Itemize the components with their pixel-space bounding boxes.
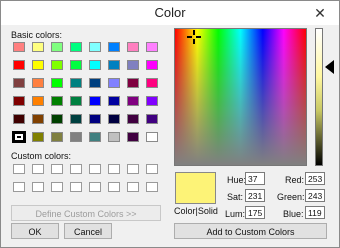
custom-color-swatch[interactable] (70, 182, 82, 192)
basic-color-swatch[interactable] (89, 78, 101, 88)
lum-input[interactable]: 175 (245, 206, 265, 219)
color-solid-label: Color|Solid (174, 206, 218, 216)
basic-color-swatch[interactable] (32, 78, 44, 88)
basic-color-swatch[interactable] (70, 132, 82, 142)
custom-color-swatch[interactable] (51, 164, 63, 174)
basic-color-swatch[interactable] (51, 96, 63, 106)
hue-label: Hue: (227, 175, 247, 185)
basic-color-swatch[interactable] (51, 78, 63, 88)
basic-colors-label: Basic colors: (11, 30, 63, 40)
basic-color-swatch[interactable] (127, 42, 139, 52)
ok-button[interactable]: OK (11, 223, 59, 239)
hue-input[interactable]: 37 (245, 172, 265, 185)
custom-color-swatch[interactable] (89, 164, 101, 174)
basic-color-swatch[interactable] (108, 114, 120, 124)
title-bar: Color ✕ (1, 1, 339, 25)
custom-color-swatch[interactable] (146, 164, 158, 174)
custom-color-swatch[interactable] (13, 182, 25, 192)
basic-color-swatch[interactable] (51, 60, 63, 70)
basic-color-swatch[interactable] (12, 131, 26, 143)
custom-color-swatch[interactable] (32, 182, 44, 192)
basic-color-swatch[interactable] (70, 114, 82, 124)
basic-color-swatch[interactable] (127, 60, 139, 70)
basic-color-swatch[interactable] (32, 42, 44, 52)
cancel-button[interactable]: Cancel (64, 223, 112, 239)
add-to-custom-colors-button[interactable]: Add to Custom Colors (174, 223, 327, 239)
custom-color-swatch[interactable] (70, 164, 82, 174)
green-label: Green: (277, 192, 305, 202)
basic-color-swatch[interactable] (89, 114, 101, 124)
basic-color-swatch[interactable] (89, 96, 101, 106)
blue-label: Blue: (283, 209, 304, 219)
basic-color-swatch[interactable] (146, 96, 158, 106)
basic-color-swatch[interactable] (51, 42, 63, 52)
lum-label: Lum: (225, 209, 246, 219)
basic-color-swatch[interactable] (108, 60, 120, 70)
crosshair-icon (187, 30, 201, 44)
basic-color-swatch[interactable] (146, 42, 158, 52)
custom-color-swatch[interactable] (108, 164, 120, 174)
custom-color-swatch[interactable] (127, 164, 139, 174)
luminosity-slider[interactable] (315, 28, 323, 166)
custom-color-swatch[interactable] (108, 182, 120, 192)
basic-color-swatch[interactable] (108, 42, 120, 52)
custom-color-swatch[interactable] (89, 182, 101, 192)
basic-color-swatch[interactable] (89, 60, 101, 70)
custom-color-swatch[interactable] (51, 182, 63, 192)
color-dialog: Color ✕ Basic colors: Custom colors: Def… (0, 0, 340, 248)
basic-color-swatch[interactable] (146, 132, 158, 142)
basic-color-swatch[interactable] (108, 132, 120, 142)
color-preview (175, 172, 216, 204)
basic-color-swatch[interactable] (32, 60, 44, 70)
green-input[interactable]: 243 (305, 189, 325, 202)
basic-color-swatch[interactable] (51, 114, 63, 124)
basic-color-swatch[interactable] (32, 96, 44, 106)
basic-color-swatch[interactable] (13, 114, 25, 124)
basic-color-swatch[interactable] (70, 96, 82, 106)
basic-color-swatch[interactable] (89, 132, 101, 142)
basic-color-swatch[interactable] (127, 96, 139, 106)
basic-color-swatch[interactable] (146, 114, 158, 124)
blue-input[interactable]: 119 (305, 206, 325, 219)
basic-color-swatch[interactable] (146, 78, 158, 88)
basic-color-swatch[interactable] (127, 78, 139, 88)
basic-color-swatch[interactable] (127, 114, 139, 124)
basic-color-swatch[interactable] (32, 114, 44, 124)
color-spectrum[interactable] (174, 28, 307, 166)
define-custom-colors-button[interactable]: Define Custom Colors >> (11, 205, 161, 221)
basic-color-swatch[interactable] (13, 78, 25, 88)
basic-color-swatch[interactable] (146, 60, 158, 70)
custom-colors-label: Custom colors: (11, 151, 72, 161)
basic-color-swatch[interactable] (70, 60, 82, 70)
custom-color-swatch[interactable] (13, 164, 25, 174)
basic-color-swatch[interactable] (127, 132, 139, 142)
basic-color-swatch[interactable] (108, 78, 120, 88)
basic-color-swatch[interactable] (13, 42, 25, 52)
basic-color-swatch[interactable] (70, 78, 82, 88)
custom-color-swatch[interactable] (32, 164, 44, 174)
red-label: Red: (285, 175, 305, 185)
sat-label: Sat: (227, 192, 244, 202)
basic-color-swatch[interactable] (89, 42, 101, 52)
close-icon[interactable]: ✕ (311, 4, 329, 22)
basic-color-swatch[interactable] (51, 132, 63, 142)
custom-color-swatch[interactable] (127, 182, 139, 192)
arrow-left-icon[interactable] (325, 60, 334, 74)
basic-color-swatch[interactable] (108, 96, 120, 106)
basic-color-swatch[interactable] (13, 96, 25, 106)
dialog-title: Color (154, 5, 186, 20)
sat-input[interactable]: 231 (245, 189, 265, 202)
custom-color-swatch[interactable] (146, 182, 158, 192)
red-input[interactable]: 253 (305, 172, 325, 185)
basic-color-swatch[interactable] (13, 60, 25, 70)
basic-color-swatch[interactable] (32, 132, 44, 142)
basic-color-swatch[interactable] (70, 42, 82, 52)
